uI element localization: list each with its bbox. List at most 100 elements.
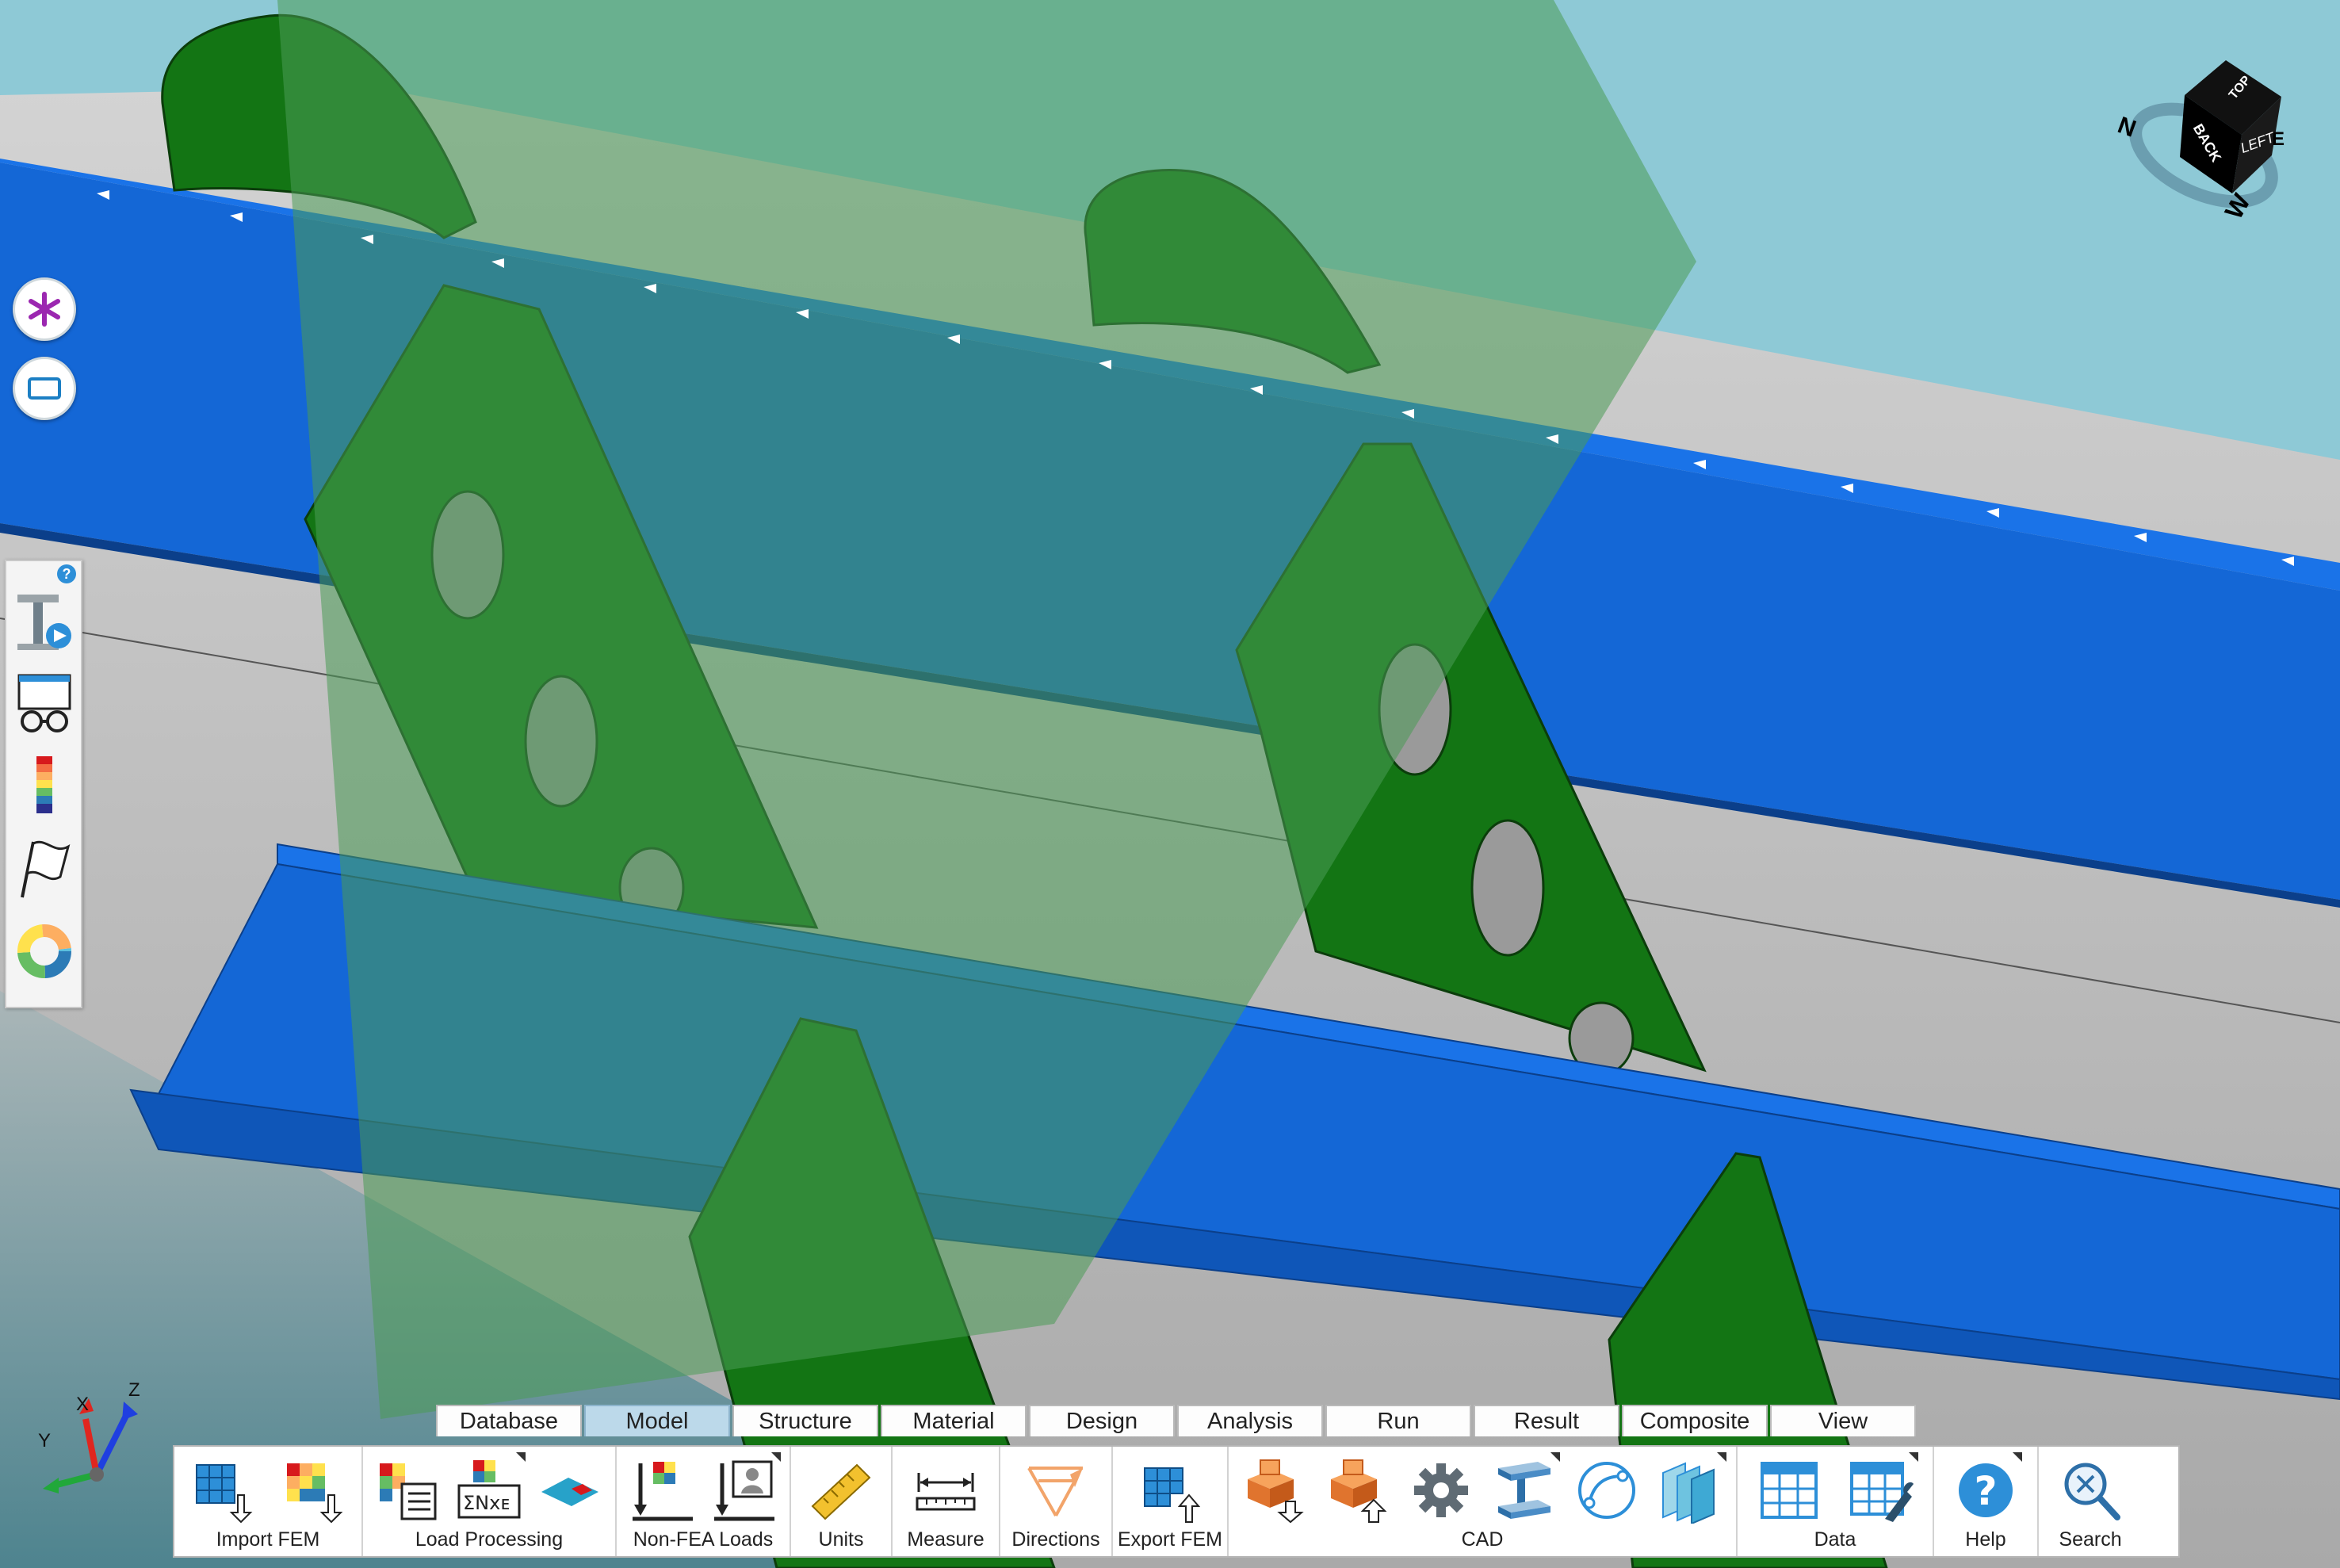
search-icon xyxy=(2064,1463,2120,1520)
axis-label-z: Z xyxy=(128,1379,140,1401)
load-sum-button[interactable]: ΣNxᴇ xyxy=(456,1452,526,1524)
ruler-icon xyxy=(811,1463,871,1520)
dropdown-corner xyxy=(770,1452,781,1462)
ribbon-tabs: Database Model Structure Material Design… xyxy=(436,1405,1918,1438)
import-fem-mesh-icon xyxy=(196,1464,253,1524)
cad-settings-button[interactable] xyxy=(1408,1457,1474,1524)
group-label-cad: CAD xyxy=(1461,1528,1504,1551)
help-button[interactable]: ? xyxy=(1952,1452,2022,1524)
color-legend-icon xyxy=(36,756,52,813)
import-fem-colored-icon xyxy=(287,1463,343,1524)
rectangle-select-icon xyxy=(28,377,61,400)
group-export-fem: Export FEM xyxy=(1113,1447,1229,1556)
cad-import-button[interactable] xyxy=(1241,1457,1308,1524)
cad-export-icon xyxy=(1330,1459,1387,1523)
directions-button[interactable] xyxy=(1023,1457,1089,1524)
asterisk-icon xyxy=(29,292,60,327)
tab-structure[interactable]: Structure xyxy=(732,1405,878,1436)
svg-text:?: ? xyxy=(1974,1468,1997,1514)
dropdown-corner xyxy=(1908,1452,1918,1462)
svg-text:ΣNxᴇ: ΣNxᴇ xyxy=(463,1492,510,1514)
model-scene xyxy=(0,0,2340,1568)
asterisk-button[interactable] xyxy=(13,277,76,341)
curve-icon xyxy=(1577,1462,1635,1519)
group-label-search: Search xyxy=(2059,1528,2122,1551)
tab-composite[interactable]: Composite xyxy=(1622,1405,1768,1436)
flag-icon xyxy=(21,840,71,898)
import-fem-colored-button[interactable] xyxy=(279,1457,346,1524)
tab-result[interactable]: Result xyxy=(1474,1405,1619,1436)
group-label-units: Units xyxy=(818,1528,864,1551)
tab-run[interactable]: Run xyxy=(1325,1405,1471,1436)
load-sum-icon: ΣNxᴇ xyxy=(457,1460,521,1519)
load-plate-button[interactable] xyxy=(537,1457,603,1524)
measure-icon xyxy=(916,1473,976,1511)
group-label-load-processing: Load Processing xyxy=(415,1528,564,1551)
data-edit-icon xyxy=(1849,1462,1914,1522)
group-measure: Measure xyxy=(893,1447,1000,1556)
navigation-cube[interactable]: BACK LEFT TOP N W E xyxy=(2109,52,2299,243)
group-directions: Directions xyxy=(1000,1447,1113,1556)
non-fea-load-button[interactable] xyxy=(629,1457,696,1524)
donut-chart-tool[interactable] xyxy=(14,920,75,983)
non-fea-load-icon xyxy=(632,1462,693,1521)
group-data: Data xyxy=(1738,1447,1934,1556)
group-label-import-fem: Import FEM xyxy=(216,1528,320,1551)
donut-chart-icon xyxy=(17,924,71,978)
group-load-processing: ΣNxᴇ Load Processing xyxy=(363,1447,617,1556)
tab-analysis[interactable]: Analysis xyxy=(1177,1405,1323,1436)
group-label-help: Help xyxy=(1965,1528,2006,1551)
toolstrip-help-icon[interactable]: ? xyxy=(57,564,76,583)
rib-lightening-hole xyxy=(1470,819,1545,957)
ribbon-toolbar: Import FEM ΣNxᴇ Load Processing Non-FEA … xyxy=(173,1445,2180,1558)
directions-icon xyxy=(1027,1467,1083,1516)
data-grid-button[interactable] xyxy=(1756,1457,1822,1524)
3d-viewport[interactable] xyxy=(0,0,2340,1568)
group-units: Units xyxy=(791,1447,893,1556)
group-label-directions: Directions xyxy=(1011,1528,1100,1551)
tab-database[interactable]: Database xyxy=(436,1405,582,1436)
dropdown-corner xyxy=(516,1452,526,1462)
group-cad: CAD xyxy=(1229,1447,1738,1556)
coordinate-triad: X Y Z xyxy=(30,1379,157,1498)
import-fem-mesh-button[interactable] xyxy=(190,1457,257,1524)
units-button[interactable] xyxy=(808,1457,874,1524)
group-label-measure: Measure xyxy=(907,1528,985,1551)
axis-label-x: X xyxy=(76,1394,90,1415)
tab-material[interactable]: Material xyxy=(881,1405,1027,1436)
dropdown-corner xyxy=(2013,1452,2022,1462)
compass-e[interactable]: E xyxy=(2272,128,2285,151)
beam-play-tool[interactable] xyxy=(14,590,75,653)
dropdown-corner xyxy=(1716,1452,1726,1462)
glasses-view-tool[interactable] xyxy=(14,672,75,736)
group-search: Search xyxy=(2039,1447,2142,1556)
cad-export-button[interactable] xyxy=(1325,1457,1391,1524)
non-fea-person-icon xyxy=(713,1460,774,1521)
search-button[interactable] xyxy=(2057,1457,2124,1524)
flag-tool[interactable] xyxy=(14,837,75,901)
color-legend-tool[interactable] xyxy=(14,755,75,818)
measure-button[interactable] xyxy=(912,1457,979,1524)
cad-curve-button[interactable] xyxy=(1573,1457,1640,1524)
group-non-fea-loads: Non-FEA Loads xyxy=(617,1447,791,1556)
tab-model[interactable]: Model xyxy=(584,1405,730,1436)
group-help: ? Help xyxy=(1934,1447,2039,1556)
non-fea-person-button[interactable] xyxy=(711,1452,781,1524)
load-table-button[interactable] xyxy=(375,1457,442,1524)
glasses-view-icon xyxy=(17,674,71,732)
rectangle-select-button[interactable] xyxy=(13,357,76,420)
cad-planes-button[interactable] xyxy=(1657,1452,1726,1525)
tab-view[interactable]: View xyxy=(1770,1405,1916,1436)
group-label-non-fea-loads: Non-FEA Loads xyxy=(633,1528,774,1551)
tab-design[interactable]: Design xyxy=(1029,1405,1175,1436)
gear-icon xyxy=(1413,1463,1468,1517)
export-fem-button[interactable] xyxy=(1137,1457,1203,1524)
cad-beam-button[interactable] xyxy=(1490,1452,1561,1524)
group-label-export-fem: Export FEM xyxy=(1118,1528,1222,1551)
planes-icon xyxy=(1661,1462,1715,1525)
export-fem-icon xyxy=(1144,1467,1201,1523)
axis-label-y: Y xyxy=(38,1430,52,1451)
data-edit-button[interactable] xyxy=(1849,1452,1918,1524)
left-toolstrip: ? xyxy=(5,560,82,1008)
group-import-fem: Import FEM xyxy=(174,1447,363,1556)
